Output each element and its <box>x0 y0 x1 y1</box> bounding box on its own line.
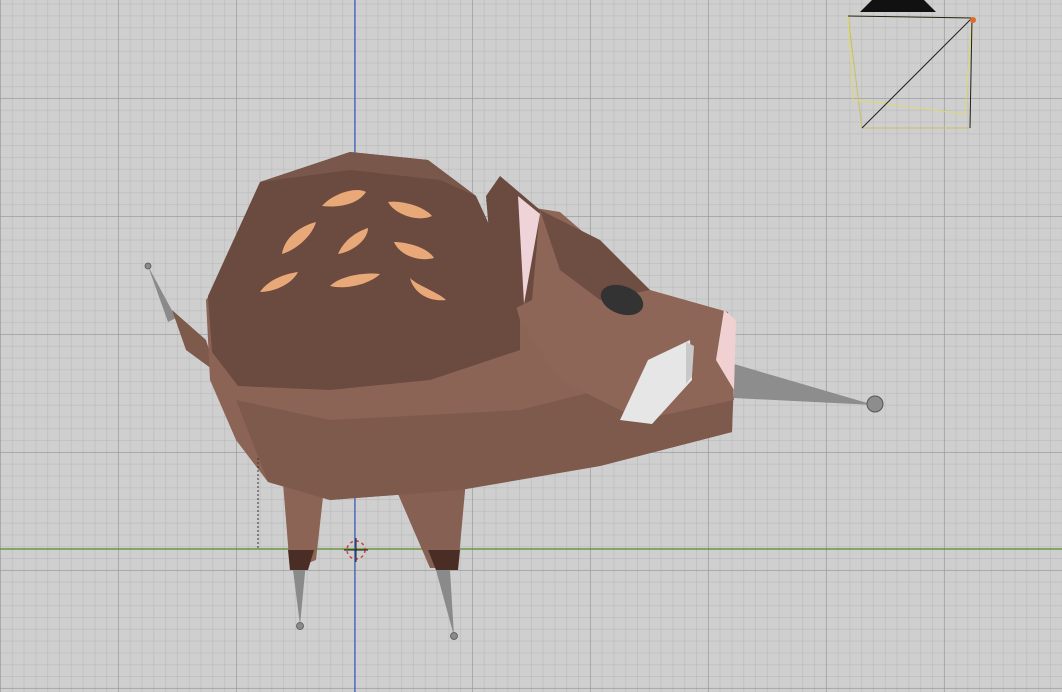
camera-origin-dot <box>970 17 976 23</box>
3d-cursor-icon[interactable] <box>344 538 368 562</box>
scene-canvas[interactable] <box>0 0 1062 692</box>
3d-viewport[interactable] <box>0 0 1062 692</box>
head-bone[interactable] <box>734 364 874 405</box>
tail-bone[interactable] <box>148 266 176 322</box>
camera-object[interactable] <box>847 0 976 129</box>
camera-triangle-icon <box>860 0 936 12</box>
back-leg-bone[interactable] <box>436 570 454 636</box>
front-leg-bone[interactable] <box>292 562 306 625</box>
boar-mesh[interactable] <box>172 152 736 570</box>
